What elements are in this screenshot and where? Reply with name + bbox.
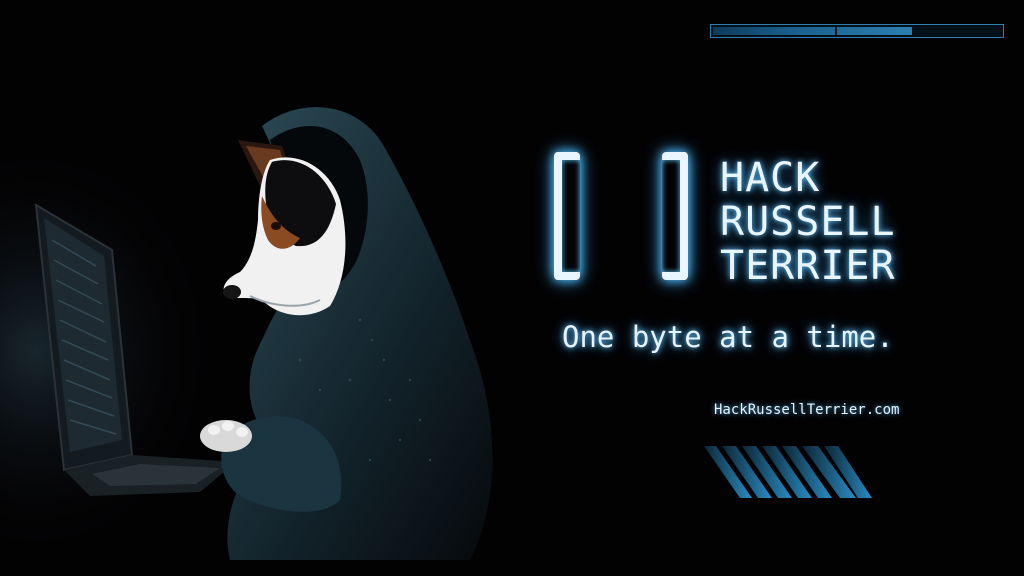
progress-fill: [713, 27, 912, 35]
progress-divider: [835, 27, 837, 35]
brand-title-line-3: TERRIER: [720, 243, 896, 289]
brand-title-line-2: RUSSELL: [720, 199, 896, 245]
right-bracket-icon: [662, 152, 688, 280]
loading-progress-bar: [710, 24, 1004, 38]
left-bracket-icon: [554, 152, 580, 280]
tagline: One byte at a time.: [562, 320, 894, 354]
website-link[interactable]: HackRussellTerrier.com: [714, 402, 899, 418]
diagonal-stripes-decoration: [704, 446, 872, 498]
brand-title-line-1: HACK: [720, 155, 821, 201]
brand-logo: HACK RUSSELL TERRIER: [548, 152, 958, 292]
